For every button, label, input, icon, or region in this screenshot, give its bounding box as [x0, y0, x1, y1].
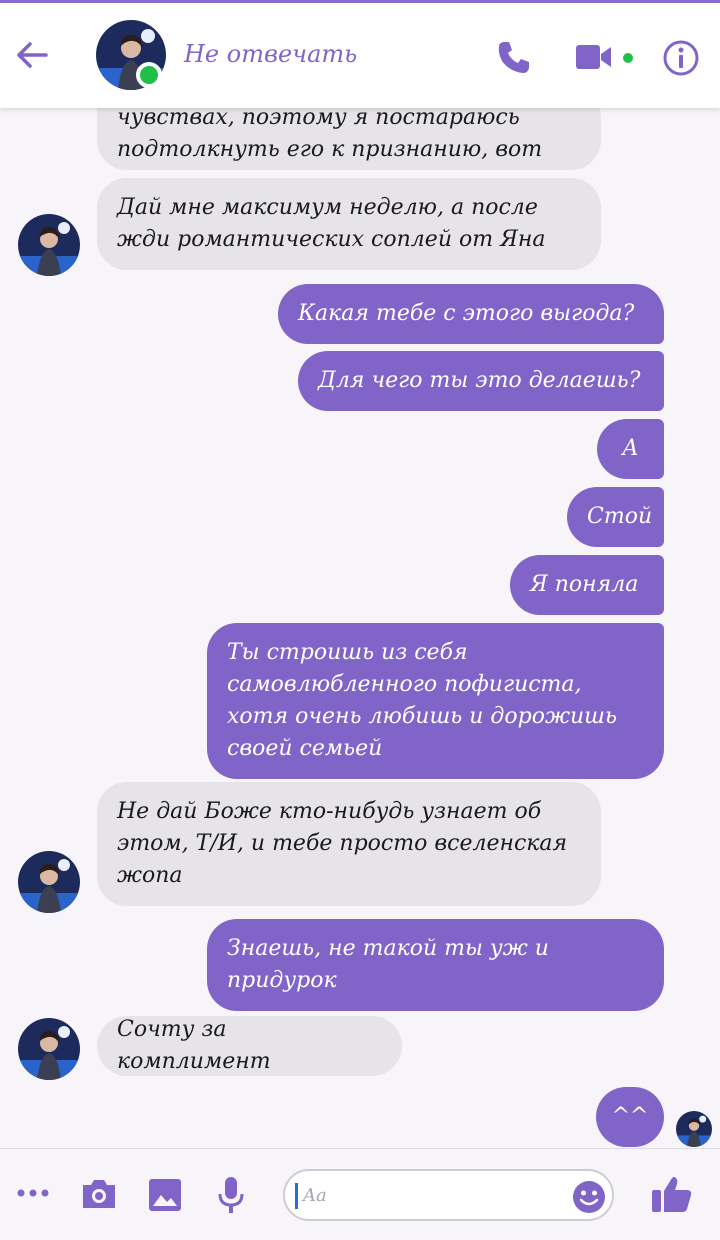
message-bubble-outgoing: Какая тебе с этого выгода? — [278, 284, 664, 344]
message-bubble-incoming: чувствах, поэтому я постараюсь подтолкну… — [97, 108, 601, 170]
more-icon[interactable] — [16, 1183, 50, 1203]
message-input-placeholder: Aa — [303, 1185, 327, 1206]
phone-icon[interactable] — [494, 37, 534, 77]
message-bubble-outgoing: Ты строишь из себя самовлюбленного пофиг… — [207, 623, 664, 779]
message-composer: Aa — [0, 1149, 720, 1240]
info-icon[interactable] — [661, 38, 701, 78]
text-caret — [295, 1183, 298, 1209]
contact-avatar-small — [18, 214, 80, 276]
image-icon[interactable] — [147, 1177, 183, 1213]
message-input[interactable]: Aa — [283, 1169, 614, 1221]
online-status-dot — [136, 62, 162, 88]
microphone-icon[interactable] — [216, 1175, 246, 1215]
message-bubble-outgoing: Знаешь, не такой ты уж и придурок — [207, 919, 664, 1011]
video-icon[interactable] — [574, 41, 614, 73]
message-bubble-incoming: Сочту за комплимент — [97, 1016, 402, 1076]
contact-avatar-small — [18, 851, 80, 913]
message-bubble-incoming: Дай мне максимум неделю, а после жди ром… — [97, 178, 601, 270]
message-bubble-outgoing: Я поняла — [510, 555, 664, 615]
chat-header: Не отвечать — [0, 3, 720, 108]
message-bubble-outgoing: Стой — [567, 487, 664, 547]
message-bubble-outgoing: Для чего ты это делаешь? — [298, 351, 664, 411]
like-icon[interactable] — [650, 1174, 694, 1214]
video-available-dot — [623, 53, 633, 63]
read-receipt-avatar — [676, 1111, 712, 1147]
message-bubble-outgoing: А — [597, 419, 664, 479]
camera-icon[interactable] — [80, 1177, 118, 1211]
message-list[interactable]: чувствах, поэтому я постараюсь подтолкну… — [0, 108, 720, 1148]
contact-name[interactable]: Не отвечать — [184, 40, 357, 68]
message-bubble-incoming: Не дай Боже кто-нибудь узнает об этом, Т… — [97, 782, 601, 906]
back-arrow-icon[interactable] — [12, 35, 52, 75]
emoji-icon[interactable] — [571, 1179, 607, 1215]
contact-avatar-small — [18, 1018, 80, 1080]
message-bubble-outgoing: ^^ — [596, 1087, 664, 1147]
